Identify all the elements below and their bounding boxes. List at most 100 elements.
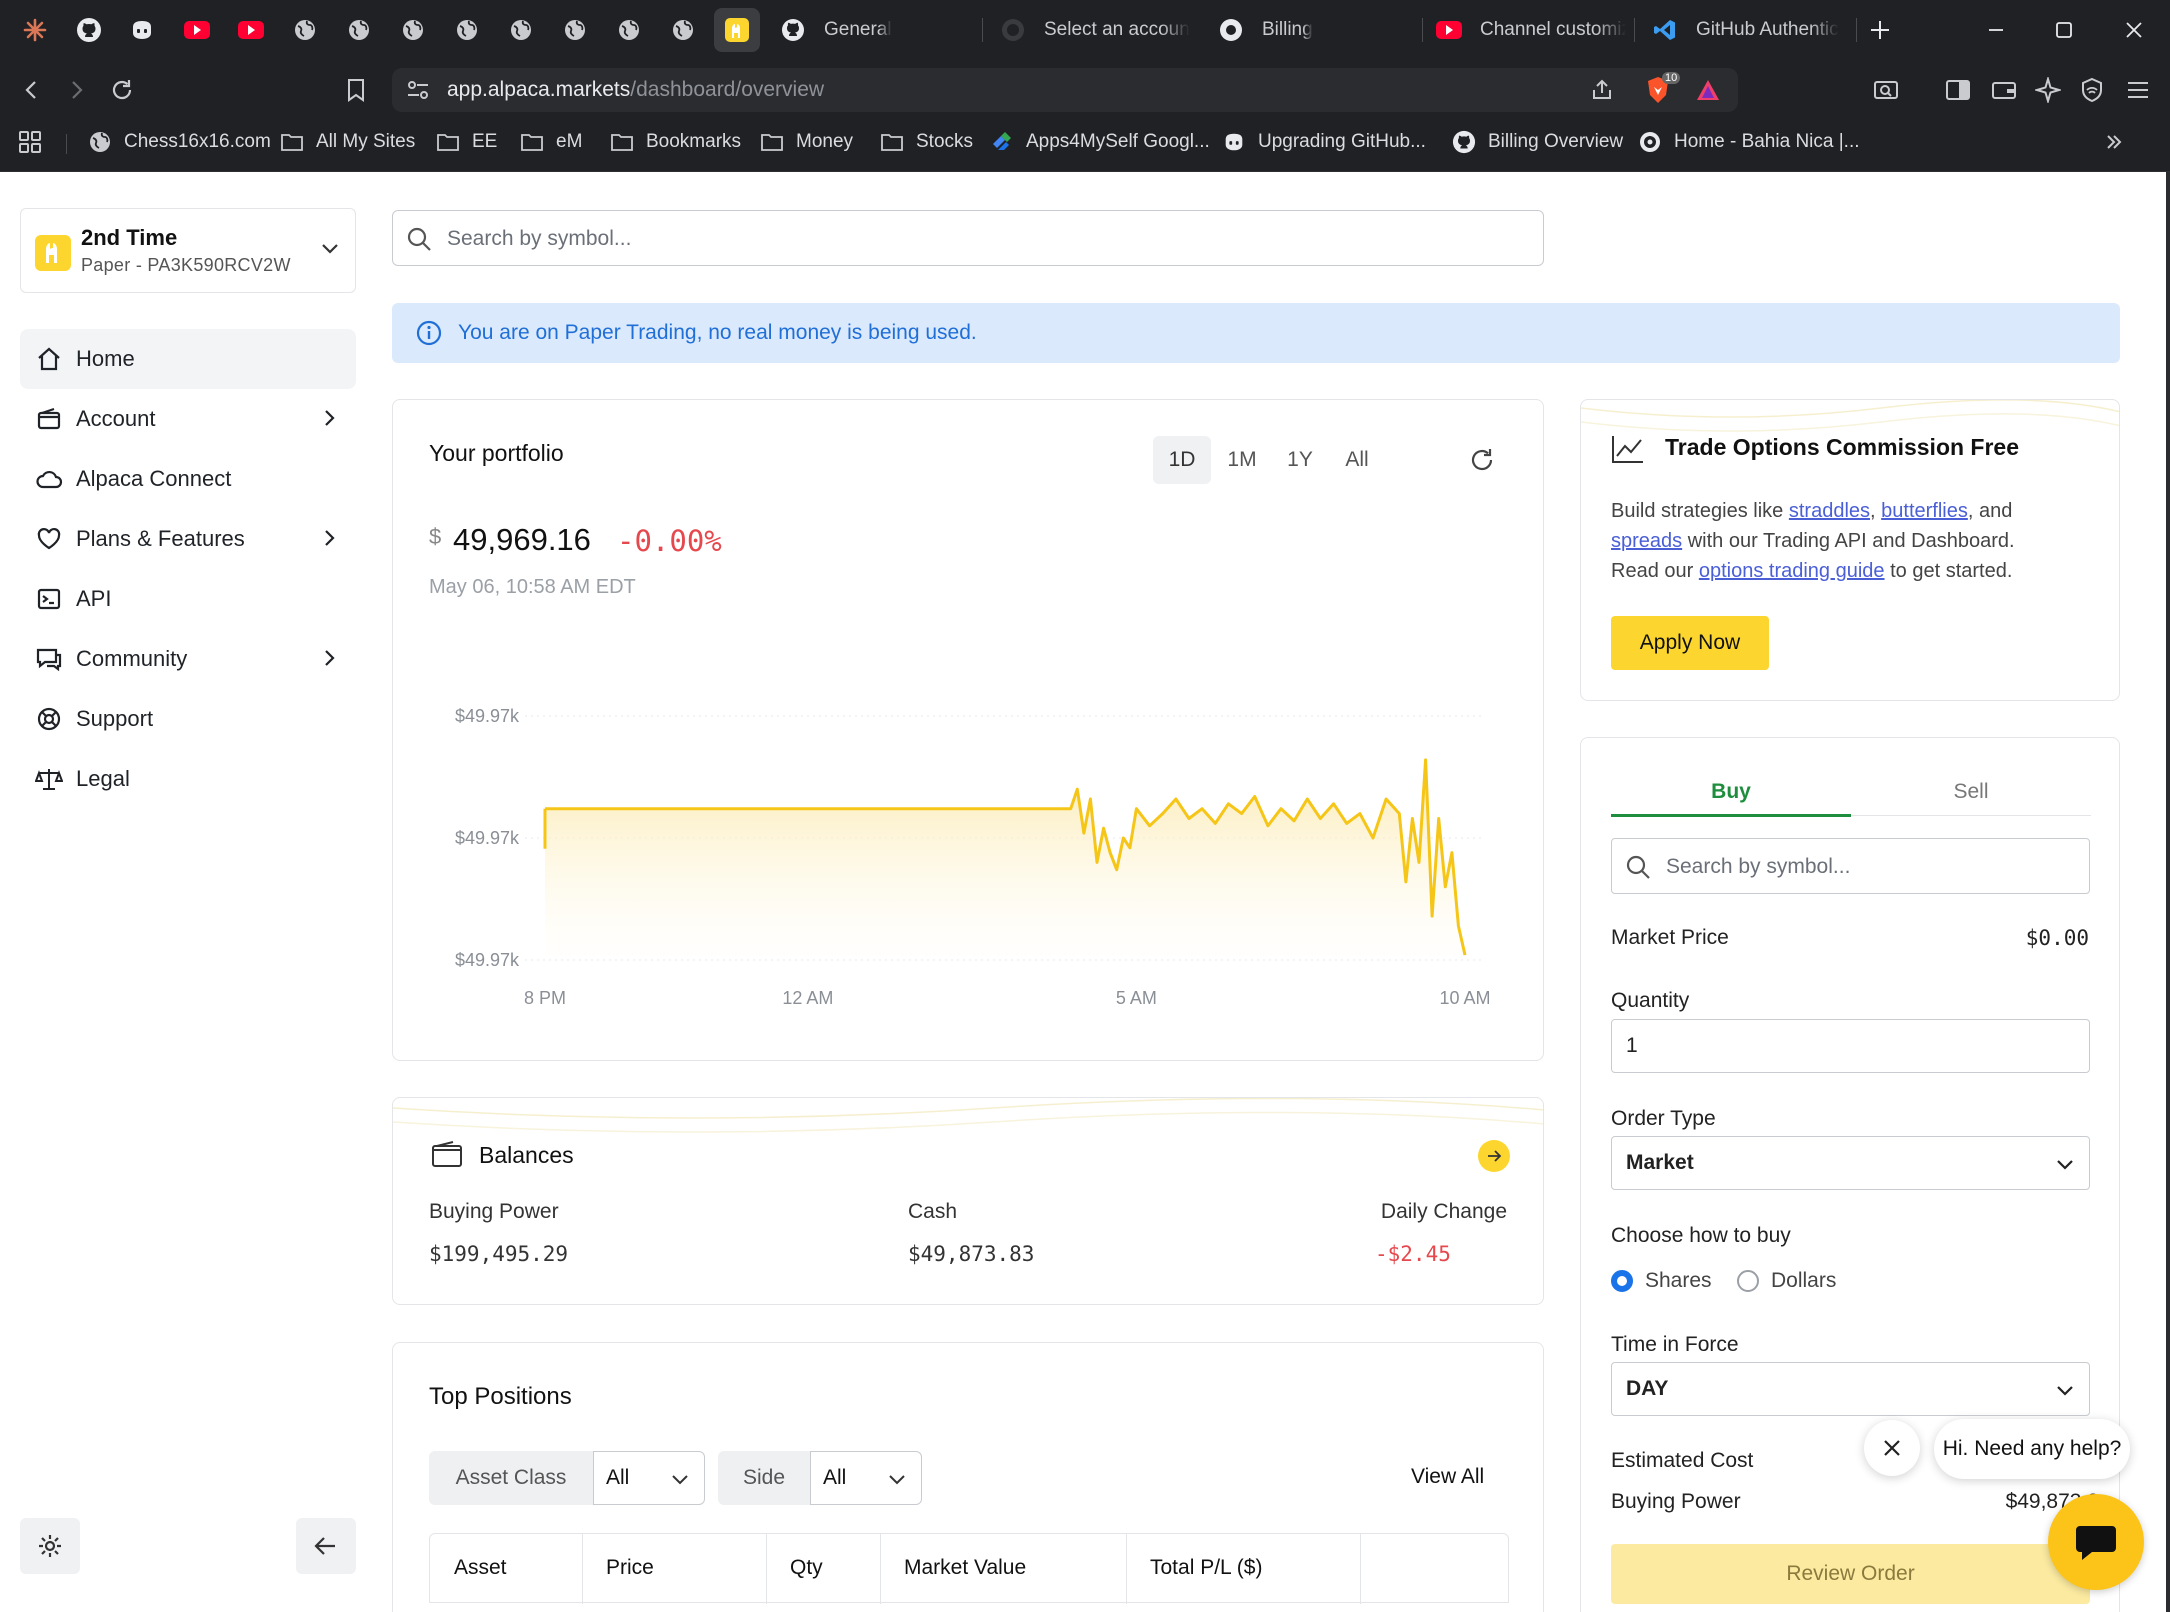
- sidebar-item-account[interactable]: Account: [20, 389, 356, 449]
- pinned-tab[interactable]: [119, 8, 165, 52]
- window-scrollbar[interactable]: [2166, 172, 2170, 1612]
- minimize-button[interactable]: [1976, 10, 2016, 50]
- menu-button[interactable]: [2118, 70, 2158, 110]
- column-asset[interactable]: Asset: [454, 1556, 507, 1580]
- more-bookmarks-button[interactable]: [2102, 128, 2138, 156]
- bookmark-item[interactable]: Upgrading GitHub...: [1222, 128, 1426, 156]
- back-button[interactable]: [12, 70, 52, 110]
- bookmark-item[interactable]: Home - Bahia Nica |...: [1638, 128, 1860, 156]
- options-text: to get started.: [1884, 560, 2013, 582]
- pinned-tab[interactable]: [66, 8, 112, 52]
- pinned-tab[interactable]: [282, 8, 328, 52]
- tab-channel-customization[interactable]: Channel customiz: [1426, 8, 1626, 52]
- pinned-tab[interactable]: [174, 8, 220, 52]
- sidebar-item-support[interactable]: Support: [20, 689, 356, 749]
- buying-power-label: Buying Power: [429, 1200, 559, 1223]
- tab-buy[interactable]: Buy: [1611, 772, 1851, 812]
- options-guide-link[interactable]: options trading guide: [1699, 560, 1885, 582]
- brave-shields-button[interactable]: 10: [1638, 70, 1681, 110]
- wallet-button[interactable]: [1984, 70, 2024, 110]
- tab-select-account[interactable]: Select an account: [990, 8, 1190, 52]
- bookmark-item[interactable]: Money: [760, 128, 853, 156]
- column-total-pl[interactable]: Total P/L ($): [1150, 1556, 1262, 1580]
- order-type-select[interactable]: Market: [1611, 1136, 2090, 1190]
- asset-class-select[interactable]: All: [593, 1451, 705, 1505]
- bookmark-item[interactable]: EE: [436, 128, 497, 156]
- tab-github-authentication[interactable]: GitHub Authentic: [1642, 8, 1842, 52]
- settings-button[interactable]: [20, 1518, 80, 1574]
- sidebar-toggle-button[interactable]: [1938, 70, 1978, 110]
- radio-dollars[interactable]: Dollars: [1737, 1269, 1836, 1293]
- radio-shares[interactable]: Shares: [1611, 1269, 1712, 1293]
- brave-rewards-button[interactable]: [1688, 70, 1728, 110]
- leo-ai-button[interactable]: [2028, 70, 2068, 110]
- sidebar-item-home[interactable]: Home: [20, 329, 356, 389]
- tab-billing[interactable]: Billing: [1208, 8, 1408, 52]
- shields-count-badge: 10: [1662, 72, 1681, 84]
- column-price[interactable]: Price: [606, 1556, 654, 1580]
- wallet-icon: [1991, 78, 2017, 102]
- sidebar-item-alpaca-connect[interactable]: Alpaca Connect: [20, 449, 356, 509]
- trade-symbol-search[interactable]: Search by symbol...: [1611, 838, 2090, 894]
- screenshot-button[interactable]: [1866, 70, 1906, 110]
- asset-class-label: Asset Class: [429, 1451, 593, 1505]
- sidebar-item-api[interactable]: API: [20, 569, 356, 629]
- bookmark-item[interactable]: Billing Overview: [1452, 128, 1623, 156]
- sidebar-item-plans-features[interactable]: Plans & Features: [20, 509, 356, 569]
- reload-button[interactable]: [102, 70, 142, 110]
- share-button[interactable]: [1582, 70, 1622, 110]
- pinned-tab[interactable]: [12, 8, 58, 52]
- collapse-sidebar-button[interactable]: [296, 1518, 356, 1574]
- bookmark-button[interactable]: [336, 70, 376, 110]
- bookmark-item[interactable]: Bookmarks: [610, 128, 741, 156]
- bookmark-item[interactable]: All My Sites: [280, 128, 415, 156]
- options-text: Build strategies like: [1611, 500, 1789, 522]
- balances-open-button[interactable]: [1478, 1140, 1510, 1172]
- pinned-tab[interactable]: [444, 8, 490, 52]
- maximize-button[interactable]: [2044, 10, 2084, 50]
- chat-launcher-button[interactable]: [2048, 1494, 2144, 1590]
- new-tab-button[interactable]: [1860, 10, 1900, 50]
- side-select[interactable]: All: [810, 1451, 922, 1505]
- portfolio-chart[interactable]: $49.97k$49.97k$49.97k8 PM 12 AM 5 AM 10 AM: [393, 400, 1544, 1061]
- bookmark-item[interactable]: eM: [520, 128, 582, 156]
- pinned-tab[interactable]: [714, 8, 760, 52]
- review-order-button[interactable]: Review Order: [1611, 1544, 2090, 1604]
- tab-general[interactable]: General: [770, 8, 980, 52]
- column-qty[interactable]: Qty: [790, 1556, 823, 1580]
- help-bubble[interactable]: Hi. Need any help?: [1934, 1419, 2130, 1479]
- bookmark-item[interactable]: Apps4MySelf Googl...: [990, 128, 1210, 156]
- account-switcher[interactable]: 2nd Time Paper - PA3K590RCV2W: [20, 208, 356, 293]
- butterflies-link[interactable]: butterflies: [1881, 500, 1968, 522]
- apps-button[interactable]: [18, 128, 54, 156]
- help-close-button[interactable]: [1864, 1420, 1920, 1476]
- forward-button[interactable]: [56, 70, 96, 110]
- site-info-icon[interactable]: [398, 70, 438, 110]
- pinned-tab[interactable]: [552, 8, 598, 52]
- straddles-link[interactable]: straddles: [1789, 500, 1870, 522]
- sidebar-item-community[interactable]: Community: [20, 629, 356, 689]
- apply-now-button[interactable]: Apply Now: [1611, 616, 1769, 670]
- vpn-button[interactable]: [2072, 70, 2112, 110]
- spreads-link[interactable]: spreads: [1611, 530, 1682, 552]
- bookmark-item[interactable]: Stocks: [880, 128, 973, 156]
- pinned-tab[interactable]: [336, 8, 382, 52]
- pinned-tab[interactable]: [606, 8, 652, 52]
- quantity-input[interactable]: 1: [1611, 1019, 2090, 1073]
- close-window-button[interactable]: [2114, 10, 2154, 50]
- pinned-tab[interactable]: [498, 8, 544, 52]
- view-all-link[interactable]: View All: [1411, 1465, 1484, 1489]
- pinned-tab[interactable]: [390, 8, 436, 52]
- sidebar-item-legal[interactable]: Legal: [20, 749, 356, 809]
- time-in-force-select[interactable]: DAY: [1611, 1362, 2090, 1416]
- tab-sell[interactable]: Sell: [1851, 772, 2091, 812]
- side-value: All: [823, 1466, 847, 1489]
- symbol-search[interactable]: Search by symbol...: [392, 210, 1544, 266]
- pinned-tab[interactable]: [228, 8, 274, 52]
- quantity-label: Quantity: [1611, 989, 1690, 1012]
- column-market-value[interactable]: Market Value: [904, 1556, 1026, 1580]
- chevron-down-icon: [670, 1469, 690, 1489]
- trade-search-placeholder: Search by symbol...: [1666, 855, 1851, 878]
- pinned-tab[interactable]: [660, 8, 706, 52]
- bookmark-item[interactable]: Chess16x16.com: [88, 128, 271, 156]
